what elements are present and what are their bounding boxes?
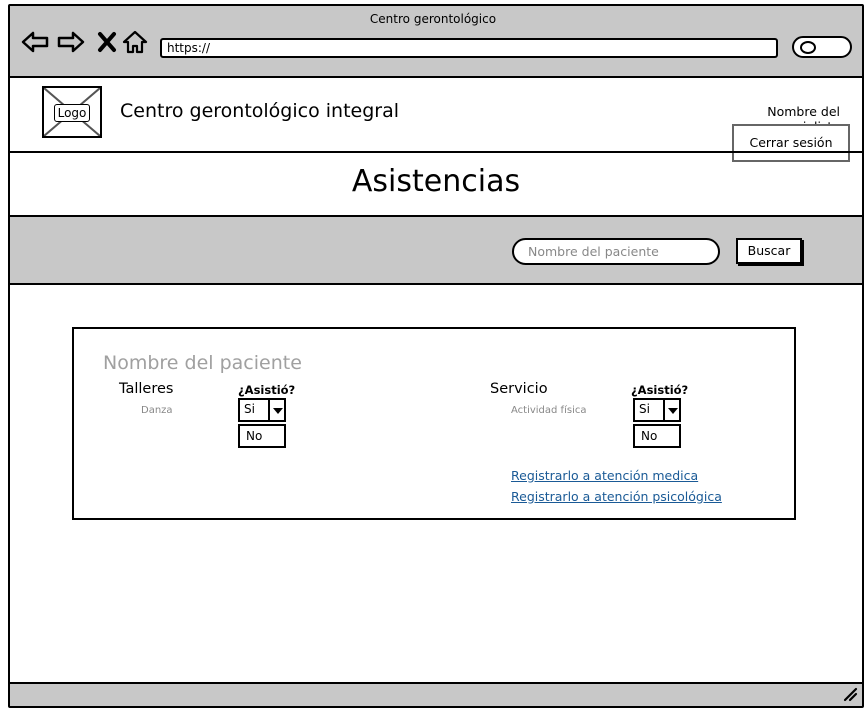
register-psych-link[interactable]: Registrarlo a atención psicológica <box>511 489 722 504</box>
header-divider <box>10 151 862 153</box>
servicio-attended-select[interactable]: Si <box>633 398 681 422</box>
search-toolbar <box>10 217 862 285</box>
logout-button[interactable]: Cerrar sesión <box>732 124 850 162</box>
search-button[interactable]: Buscar <box>736 238 802 264</box>
close-x-icon[interactable] <box>92 28 122 62</box>
patient-name: Nombre del paciente <box>103 352 302 374</box>
browser-search-field[interactable] <box>792 36 852 58</box>
talleres-attended-select[interactable]: Si <box>238 398 286 422</box>
servicio-selected-value: Si <box>639 402 650 416</box>
talleres-heading: Talleres <box>119 381 174 397</box>
back-arrow-icon[interactable] <box>20 28 50 62</box>
search-icon <box>800 41 816 54</box>
servicio-option-no[interactable]: No <box>633 424 681 448</box>
register-medical-link[interactable]: Registrarlo a atención medica <box>511 468 698 483</box>
logo-label: Logo <box>54 104 90 122</box>
page-title: Asistencias <box>351 164 521 199</box>
url-bar[interactable]: https:// <box>160 38 778 58</box>
talleres-selected-value: Si <box>244 402 255 416</box>
resize-handle-icon[interactable] <box>842 686 858 706</box>
chevron-down-icon <box>668 408 678 414</box>
servicio-attended-label: ¿Asistió? <box>631 383 689 397</box>
servicio-item: Actividad física <box>511 405 587 416</box>
home-icon[interactable] <box>120 28 150 62</box>
patient-search-input[interactable]: Nombre del paciente <box>512 238 720 265</box>
talleres-item: Danza <box>141 405 173 416</box>
chevron-down-icon <box>273 408 283 414</box>
talleres-attended-label: ¿Asistió? <box>238 383 296 397</box>
talleres-option-no[interactable]: No <box>238 424 286 448</box>
site-title: Centro gerontológico integral <box>120 100 399 122</box>
servicio-heading: Servicio <box>490 381 548 397</box>
forward-arrow-icon[interactable] <box>56 28 86 62</box>
window-title: Centro gerontológico <box>369 12 497 26</box>
status-bar <box>10 682 862 706</box>
